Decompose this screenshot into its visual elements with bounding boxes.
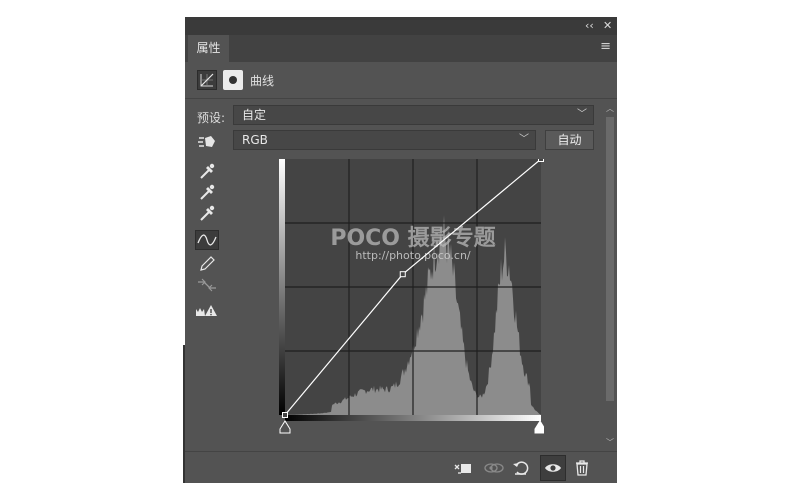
black-point-eyedropper-icon[interactable] <box>195 161 219 181</box>
reset-icon[interactable] <box>511 458 531 478</box>
watermark-url: http://photo.poco.cn/ <box>355 249 471 262</box>
white-point-slider[interactable] <box>534 420 544 434</box>
adjustment-title: 曲线 <box>250 74 275 88</box>
white-point-eyedropper-icon[interactable] <box>195 203 219 223</box>
black-point-slider[interactable] <box>279 420 291 434</box>
chevron-down-icon: ﹀ <box>519 134 529 145</box>
clipping-warning-icon[interactable] <box>195 301 219 321</box>
panel-footer <box>185 451 617 484</box>
clip-to-layer-icon[interactable] <box>453 458 473 478</box>
curve-control-point[interactable] <box>282 412 288 418</box>
channel-value: RGB <box>242 133 268 147</box>
curves-adjustment-icon[interactable] <box>197 70 217 90</box>
adjustment-header: 曲线 <box>185 62 617 99</box>
on-image-adjust-icon[interactable] <box>195 132 219 152</box>
preset-value: 自定 <box>242 108 267 122</box>
smooth-curve-icon[interactable] <box>195 275 219 295</box>
scroll-thumb[interactable] <box>606 117 614 401</box>
auto-button[interactable]: 自动 <box>545 130 594 150</box>
gray-point-eyedropper-icon[interactable] <box>195 182 219 202</box>
curve-control-point[interactable] <box>399 271 406 278</box>
input-gradient-bar <box>285 415 541 421</box>
channel-dropdown[interactable]: RGB ﹀ <box>233 130 536 150</box>
tab-bar: 属性 ≡ <box>185 35 617 62</box>
close-icon[interactable]: ✕ <box>603 18 612 34</box>
curves-graph[interactable]: POCO 摄影专题 http://photo.poco.cn/ <box>278 159 544 435</box>
curve-control-point[interactable] <box>538 159 544 162</box>
collapse-icon[interactable]: ‹‹ <box>585 18 594 34</box>
curve-edit-icon[interactable] <box>195 230 219 250</box>
tab-properties[interactable]: 属性 <box>188 35 229 62</box>
scroll-down-arrow[interactable]: ﹀ <box>604 437 616 449</box>
visibility-eye-icon[interactable] <box>540 455 566 481</box>
pencil-draw-icon[interactable] <box>195 253 219 273</box>
preset-dropdown[interactable]: 自定 ﹀ <box>233 105 594 125</box>
panel-menu-icon[interactable]: ≡ <box>600 39 611 54</box>
chevron-down-icon: ﹀ <box>577 109 587 120</box>
panel-scrollbar[interactable]: ︿ ﹀ <box>604 103 616 449</box>
layer-mask-icon[interactable] <box>223 70 243 90</box>
panel-title-strip: ‹‹ ✕ <box>185 17 617 35</box>
output-gradient-bar <box>279 159 285 415</box>
preset-label: 预设: <box>197 111 226 125</box>
scroll-up-arrow[interactable]: ︿ <box>604 103 616 115</box>
view-previous-icon[interactable] <box>483 458 504 478</box>
watermark-brand: POCO 摄影专题 <box>330 225 496 251</box>
delete-trash-icon[interactable] <box>572 458 592 478</box>
